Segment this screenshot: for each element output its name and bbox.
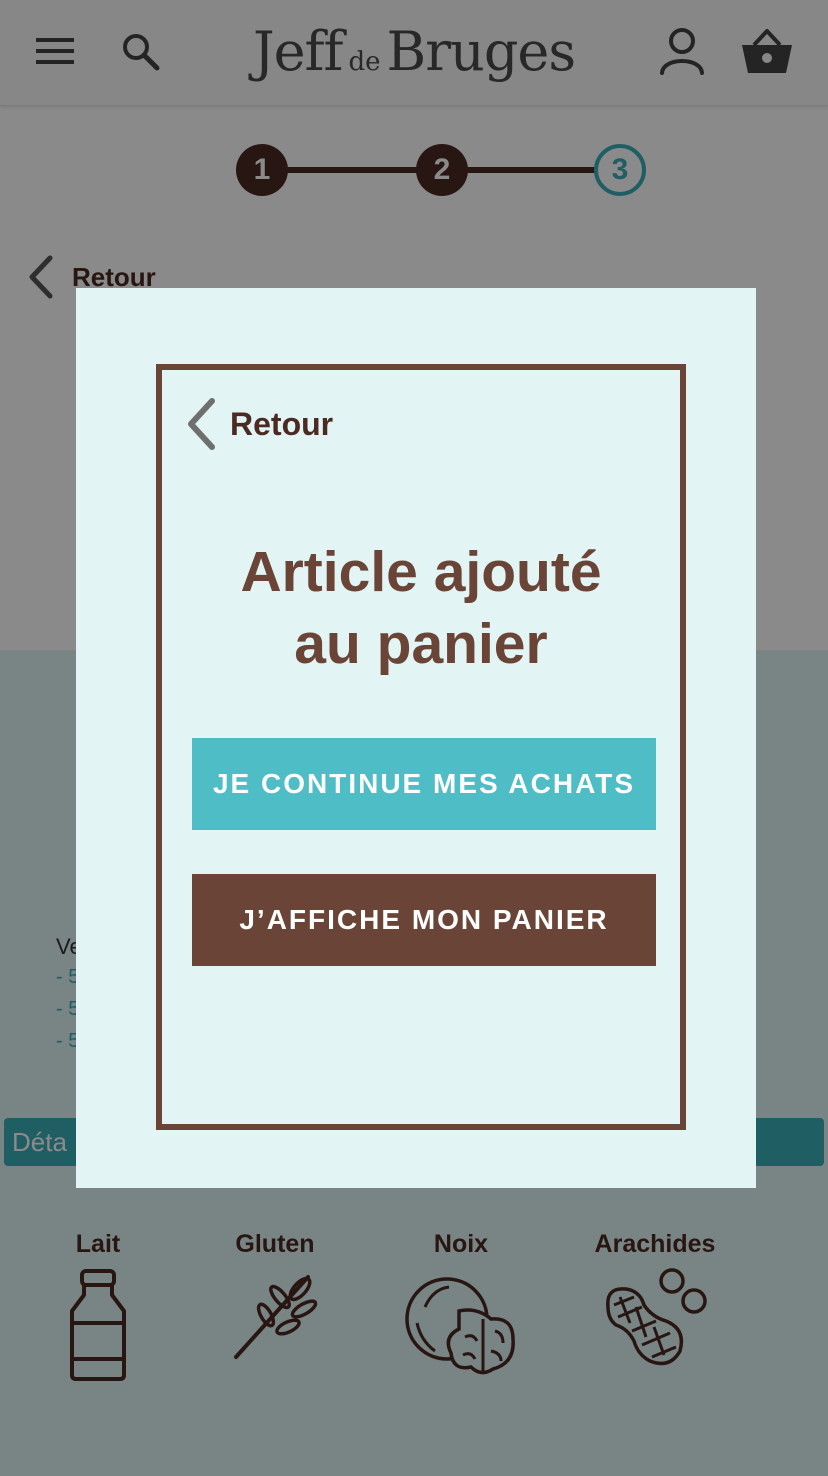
added-to-cart-modal: Retour Article ajouté au panier JE CONTI… bbox=[76, 288, 756, 1188]
modal-back-button[interactable]: Retour bbox=[184, 396, 333, 452]
modal-frame: Retour Article ajouté au panier JE CONTI… bbox=[156, 364, 686, 1130]
modal-back-label: Retour bbox=[230, 405, 334, 442]
modal-title-line1: Article ajouté bbox=[240, 540, 602, 604]
modal-title-line2: au panier bbox=[294, 612, 548, 676]
modal-title: Article ajouté au panier bbox=[162, 536, 680, 680]
continue-shopping-button[interactable]: JE CONTINUE MES ACHATS bbox=[192, 738, 656, 830]
chevron-left-icon bbox=[188, 398, 215, 450]
view-cart-button[interactable]: J’AFFICHE MON PANIER bbox=[192, 874, 656, 966]
